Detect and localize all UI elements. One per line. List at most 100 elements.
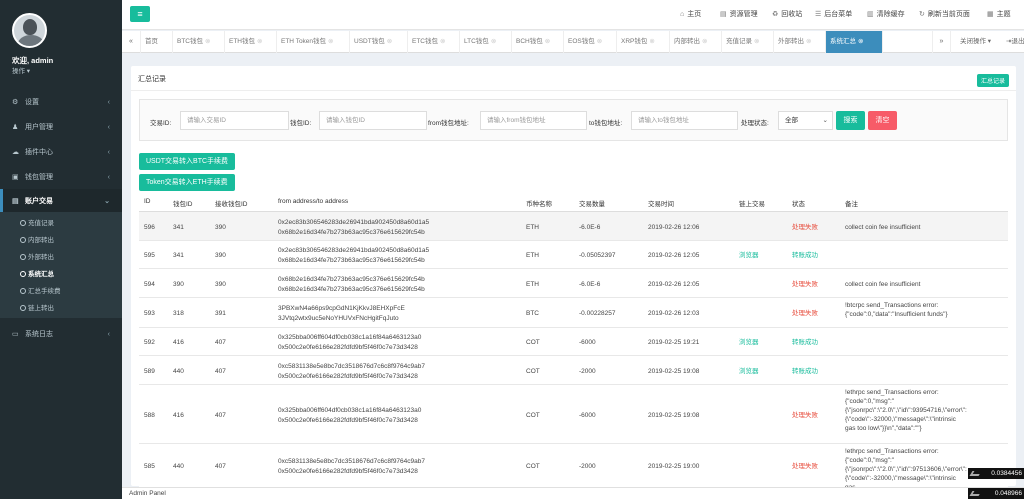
close-tab-icon[interactable]: ⊗ <box>257 38 262 45</box>
sidebar-item-label: 用户管理 <box>25 124 53 131</box>
tab-eth-token-wallet[interactable]: ETH Token钱包 ⊗ <box>277 31 350 53</box>
sidebar-item-system-log[interactable]: ▭ 系统日志 ‹ <box>0 322 122 347</box>
close-tab-icon[interactable]: ⊗ <box>649 38 654 45</box>
wallet-input[interactable]: 请输入钱包ID <box>319 111 427 130</box>
sidebar-item-wallets[interactable]: ▣ 钱包管理 ‹ <box>0 165 122 190</box>
submenu-item-recharge[interactable]: 充值记录 <box>0 215 122 232</box>
tabs-scroll-right-button[interactable]: » <box>932 31 951 53</box>
tab-ltc-wallet[interactable]: LTC钱包 ⊗ <box>460 31 512 53</box>
tab-internal-out[interactable]: 内部转出 ⊗ <box>670 31 722 53</box>
tab-home[interactable]: 首页 <box>141 31 173 53</box>
table-row[interactable]: 588 416 407 0x325bba006ff604df0cb038c1a16f8… <box>139 385 1008 444</box>
table-row[interactable]: 593 318 391 3PBXwN4a66ps9cpGdN1KjKkvJ8EHXpF… <box>139 298 1008 328</box>
topbar-theme[interactable]: ▦ 主题 <box>987 0 1011 30</box>
cell-wallet-id: 440 <box>173 368 184 375</box>
cell-amount: -0.00228257 <box>579 310 616 317</box>
close-operations-dropdown[interactable]: 关闭操作 ▾ <box>960 31 991 53</box>
table-row[interactable]: 594 390 390 0x68b2e16d34fe7b273b63ac95c376e… <box>139 269 1008 298</box>
topbar-home[interactable]: ⌂ 主页 <box>680 0 701 30</box>
sidebar-toggle-button[interactable]: ≡ <box>130 6 150 22</box>
sidebar-item-settings[interactable]: ⚙ 设置 ‹ <box>0 90 122 115</box>
table-row[interactable]: 596 341 390 0x2ec83b306546283de26941bda9024… <box>139 212 1008 241</box>
cell-explorer-link[interactable]: 浏览器 <box>739 338 759 347</box>
table-row[interactable]: 592 416 407 0x325bba006ff604df0cb038c1a16f8… <box>139 328 1008 356</box>
tab-eth-wallet[interactable]: ETH钱包 ⊗ <box>225 31 277 53</box>
trend-icon <box>969 491 982 496</box>
clear-button[interactable]: 清空 <box>868 111 897 130</box>
tab-btc-wallet[interactable]: BTC钱包 ⊗ <box>173 31 225 53</box>
close-tab-icon[interactable]: ⊗ <box>754 38 759 45</box>
cell-from-address: 3PBXwN4a66ps9cpGdN1KjKkvJ8EHXpFcE <box>278 305 405 312</box>
close-tab-icon[interactable]: ⊗ <box>702 38 707 45</box>
cell-recv-wallet-id: 407 <box>215 339 226 346</box>
submenu-item-chain-out[interactable]: 链上转出 <box>0 300 122 317</box>
from-label: from钱包地址: <box>428 120 469 127</box>
table-row[interactable]: 595 341 390 0x2ec83b306546283de26941bda9024… <box>139 241 1008 269</box>
close-tab-icon[interactable]: ⊗ <box>328 38 333 45</box>
exit-button[interactable]: ⇥退出 <box>1006 31 1024 53</box>
close-tab-icon[interactable]: ⊗ <box>387 38 392 45</box>
cell-explorer-link[interactable]: 浏览器 <box>739 251 759 260</box>
sidebar-item-users[interactable]: ♟ 用户管理 ‹ <box>0 115 122 140</box>
sidebar-item-plugins[interactable]: ☁ 插件中心 ‹ <box>0 140 122 165</box>
panel-title: 汇总记录 <box>138 76 166 83</box>
cell-recv-wallet-id: 390 <box>215 224 226 231</box>
to-input[interactable]: 请输入to钱包地址 <box>631 111 738 130</box>
tab-recharge[interactable]: 充值记录 ⊗ <box>722 31 774 53</box>
tab-etc-wallet[interactable]: ETC钱包 ⊗ <box>408 31 460 53</box>
cell-to-address: 0x500c2e0fe6166e282fdfd9bf5f46f0c7e73d34… <box>278 373 418 380</box>
sidebar-item-label: 钱包管理 <box>25 174 53 181</box>
close-tab-icon[interactable]: ⊗ <box>858 38 863 45</box>
topbar-resources[interactable]: ▤ 资源管理 <box>720 0 758 30</box>
sidebar-item-account-tx[interactable]: ▤ 账户交易 ⌄ <box>0 189 122 214</box>
avatar[interactable] <box>12 13 47 48</box>
txid-input[interactable]: 请输入交易ID <box>180 111 289 130</box>
table-row[interactable]: 585 440 407 0xc5831138e5e8bc7dc3518676d7c6c… <box>139 444 1008 491</box>
cell-from-address: 0x2ec83b306546283de26941bda902450d8a60d1… <box>278 219 430 226</box>
circle-icon <box>20 254 26 260</box>
topbar-link-label: 回收站 <box>781 11 803 18</box>
topbar-refresh[interactable]: ↻ 刷新当前页面 <box>919 0 970 30</box>
desktop-icon: ▭ <box>12 331 19 338</box>
tab-label: XRP钱包 <box>621 38 648 45</box>
floating-ticker[interactable]: 0.0384456 <box>968 468 1024 479</box>
tab-xrp-wallet[interactable]: XRP钱包 ⊗ <box>617 31 670 53</box>
topbar-clear-cache[interactable]: ▥ 清除缓存 <box>867 0 905 30</box>
close-tab-icon[interactable]: ⊗ <box>806 38 811 45</box>
close-tab-icon[interactable]: ⊗ <box>440 38 445 45</box>
cell-to-address: 0x500c2e0fe6166e282fdfd9bf5f46f0c7e73d34… <box>278 344 418 351</box>
theme-icon: ▦ <box>987 11 994 18</box>
tab-system-summary[interactable]: 系统汇总 ⊗ <box>826 31 883 53</box>
panel-badge[interactable]: 汇总记录 <box>976 74 1009 87</box>
submenu-label: 汇总手续费 <box>28 288 61 295</box>
usdt-to-btc-fee-button[interactable]: USDT交易转入BTC手续费 <box>139 153 236 170</box>
topbar-link-label: 刷新当前页面 <box>927 11 970 18</box>
submenu-item-summary[interactable]: 系统汇总 <box>0 266 122 283</box>
table-row[interactable]: 589 440 407 0xc5831138e5e8bc7dc3518676d7c6c… <box>139 356 1008 385</box>
col-amount: 交易数量 <box>579 201 605 208</box>
close-tab-icon[interactable]: ⊗ <box>545 38 550 45</box>
tab-usdt-wallet[interactable]: USDT钱包 ⊗ <box>350 31 408 53</box>
topbar-admin-menu[interactable]: ☰ 后台菜单 <box>815 0 852 30</box>
topbar-recycle[interactable]: ♻ 回收站 <box>772 0 802 30</box>
submenu-item-external-out[interactable]: 外部转出 <box>0 249 122 266</box>
tabs-scroll-left-button[interactable]: « <box>122 31 141 53</box>
tab-label: 内部转出 <box>674 38 700 45</box>
search-button[interactable]: 搜索 <box>836 111 865 130</box>
submenu-item-summary-fee[interactable]: 汇总手续费 <box>0 283 122 300</box>
from-input[interactable]: 请输入from钱包地址 <box>480 111 587 130</box>
floating-ticker[interactable]: 0.048966 <box>968 488 1024 499</box>
cell-explorer-link[interactable]: 浏览器 <box>739 367 759 376</box>
token-to-eth-fee-button[interactable]: Token交易转入ETH手续费 <box>139 174 235 191</box>
close-tab-icon[interactable]: ⊗ <box>205 38 210 45</box>
col-remark: 备注 <box>845 201 858 208</box>
sidebar-item-label: 账户交易 <box>25 198 53 205</box>
close-tab-icon[interactable]: ⊗ <box>597 38 602 45</box>
tab-bch-wallet[interactable]: BCH钱包 ⊗ <box>512 31 564 53</box>
status-select[interactable]: 全部 ⌄ <box>778 111 833 130</box>
tab-eos-wallet[interactable]: EOS钱包 ⊗ <box>564 31 617 53</box>
user-action-menu[interactable]: 操作 ▾ <box>12 65 30 75</box>
submenu-item-internal-out[interactable]: 内部转出 <box>0 232 122 249</box>
tab-external-out[interactable]: 外部转出 ⊗ <box>774 31 826 53</box>
close-tab-icon[interactable]: ⊗ <box>491 38 496 45</box>
